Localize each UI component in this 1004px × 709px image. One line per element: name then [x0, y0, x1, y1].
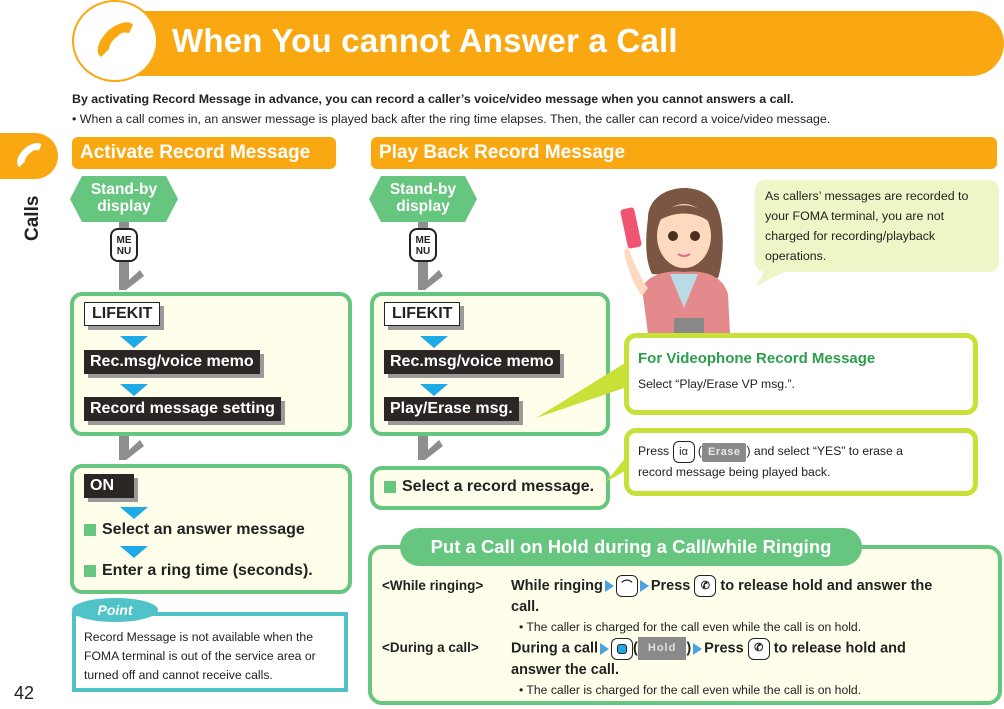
step-enter-ring-time: Enter a ring time (seconds). — [84, 562, 313, 580]
hold-row-label-during: <During a call> — [382, 640, 479, 655]
step-marker-icon — [384, 481, 396, 493]
videophone-callout — [624, 333, 978, 415]
intro-bullet: • When a call comes in, an answer messag… — [72, 112, 831, 126]
menu-item-play-erase-msg[interactable]: Play/Erase msg. — [384, 397, 519, 421]
flow-arrow-icon — [418, 262, 443, 290]
next-arrow-icon — [600, 642, 610, 655]
next-arrow-icon — [639, 580, 649, 592]
phone-handset-icon — [17, 142, 42, 168]
down-arrow-icon — [120, 546, 148, 558]
down-arrow-icon — [120, 507, 148, 519]
standby-display-badge: Stand-by display — [369, 176, 477, 222]
menu-item-lifekit[interactable]: LIFEKIT — [384, 302, 461, 326]
down-arrow-icon — [120, 336, 148, 348]
title-icon-circle — [72, 0, 158, 82]
page-number: 42 — [14, 683, 35, 703]
activate-heading: Activate Record Message — [72, 137, 336, 169]
point-tag: Point — [72, 598, 158, 622]
flow-arrow-icon — [418, 436, 443, 460]
flow-arrow-icon — [119, 436, 144, 460]
standby-display-badge: Stand-by display — [70, 176, 178, 222]
option-on[interactable]: ON — [84, 474, 134, 498]
intro-summary: By activating Record Message in advance,… — [72, 92, 794, 106]
woman-illustration — [620, 188, 730, 334]
erase-softkey: Erase — [702, 443, 747, 463]
end-call-key-icon: ⌒ — [615, 575, 638, 597]
menu-item-lifekit[interactable]: LIFEKIT — [84, 302, 161, 326]
call-key-icon: ✆ — [694, 575, 717, 597]
section-tab-calls[interactable] — [0, 133, 58, 179]
menu-item-rec-msg-voice-memo[interactable]: Rec.msg/voice memo — [84, 350, 260, 374]
phone-handset-icon — [97, 22, 133, 57]
hold-row-label-ringing: <While ringing> — [382, 578, 484, 593]
down-arrow-icon — [120, 384, 148, 396]
down-arrow-icon — [420, 336, 448, 348]
menu-item-record-message-setting[interactable]: Record message setting — [84, 397, 281, 421]
next-arrow-icon — [693, 642, 703, 655]
down-arrow-icon — [420, 384, 448, 396]
playback-heading: Play Back Record Message — [371, 137, 997, 169]
hold-row-ringing: While ringing ⌒ Press ✆ to release hold an… — [511, 575, 991, 618]
step-select-answer-message: Select an answer message — [84, 521, 305, 539]
menu-key-icon: ME NU — [110, 228, 138, 262]
erase-note: Press iα (Erase) and select “YES” to era… — [638, 441, 968, 482]
hold-row-during: During a call(Hold) Press ✆ to release ho… — [511, 637, 991, 681]
bubble-tail — [756, 268, 792, 286]
speech-bubble: As callers’ messages are recorded to you… — [755, 180, 999, 272]
hold-note: • The caller is charged for the call eve… — [519, 620, 862, 634]
hold-softkey: Hold — [637, 637, 687, 660]
page-title: When You cannot Answer a Call — [172, 22, 678, 59]
hold-heading: Put a Call on Hold during a Call/while R… — [400, 528, 862, 566]
hold-note: • The caller is charged for the call eve… — [519, 683, 862, 697]
step-marker-icon — [84, 565, 96, 577]
section-label: Calls — [22, 195, 43, 241]
center-key-icon — [611, 637, 634, 660]
videophone-text: Select “Play/Erase VP msg.”. — [638, 377, 795, 391]
i-alpha-key-icon: iα — [672, 441, 695, 463]
menu-key-icon: ME NU — [409, 228, 437, 262]
step-marker-icon — [84, 524, 96, 536]
next-arrow-icon — [604, 580, 614, 592]
call-key-icon: ✆ — [747, 637, 770, 660]
videophone-title: For Videophone Record Message — [638, 350, 876, 367]
flow-arrow-icon — [119, 262, 144, 290]
point-text: Record Message is not available when the… — [84, 630, 316, 682]
